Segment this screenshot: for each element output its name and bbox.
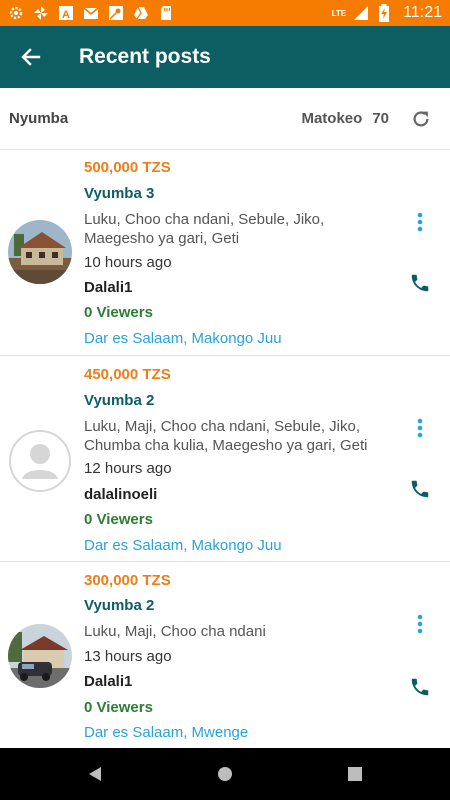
battery-charging-icon xyxy=(376,4,392,22)
post-location: Dar es Salaam, Makongo Juu xyxy=(84,330,282,347)
app-a-icon: A xyxy=(58,5,74,21)
svg-text:A: A xyxy=(62,9,70,21)
recents-square-icon xyxy=(348,767,362,781)
post-viewers: 0 Viewers xyxy=(84,699,153,716)
back-button[interactable] xyxy=(0,26,62,88)
results-count: 70 xyxy=(372,110,389,127)
home-circle-icon xyxy=(218,767,232,781)
settings-icon xyxy=(8,5,24,21)
call-button[interactable] xyxy=(407,674,433,700)
phone-icon xyxy=(411,480,429,498)
arrow-back-icon xyxy=(21,48,41,66)
system-nav-bar xyxy=(0,748,450,800)
post-price: 500,000 TZS xyxy=(84,159,171,176)
post-time: 12 hours ago xyxy=(84,460,172,477)
notification-icons: A xyxy=(8,5,174,21)
refresh-icon xyxy=(413,110,429,126)
post-card[interactable]: 300,000 TZS Vyumba 2 Luku, Maji, Choo ch… xyxy=(0,562,450,748)
posts-list[interactable]: 500,000 TZS Vyumba 3 Luku, Choo cha ndan… xyxy=(0,150,450,748)
post-viewers: 0 Viewers xyxy=(84,511,153,528)
post-features: Luku, Maji, Choo cha ndani xyxy=(84,623,266,640)
more-vert-icon xyxy=(417,418,423,438)
post-agent[interactable]: Dalali1 xyxy=(84,673,132,690)
nav-recents-button[interactable] xyxy=(340,759,370,789)
nav-back-button[interactable] xyxy=(80,759,110,789)
post-viewers: 0 Viewers xyxy=(84,304,153,321)
more-options-button[interactable] xyxy=(408,210,432,234)
post-agent[interactable]: dalalinoeli xyxy=(84,486,157,503)
post-type: Vyumba 2 xyxy=(84,392,155,409)
post-location: Dar es Salaam, Makongo Juu xyxy=(84,537,282,554)
post-price: 450,000 TZS xyxy=(84,366,171,383)
refresh-button[interactable] xyxy=(409,107,433,131)
more-vert-icon xyxy=(417,212,423,232)
post-features: Luku, Maji, Choo cha ndani, Sebule, Jiko… xyxy=(84,418,368,454)
category-label[interactable]: Nyumba xyxy=(9,110,68,127)
post-avatar-house-car xyxy=(8,624,72,688)
post-card[interactable]: 450,000 TZS Vyumba 2 Luku, Maji, Choo ch… xyxy=(0,356,450,562)
post-features: Luku, Choo cha ndani, Sebule, Jiko, Maeg… xyxy=(84,211,325,247)
post-location: Dar es Salaam, Mwenge xyxy=(84,724,249,741)
post-time: 13 hours ago xyxy=(84,648,172,665)
call-button[interactable] xyxy=(407,270,433,296)
post-avatar-placeholder xyxy=(8,429,72,493)
maps-icon xyxy=(108,5,124,21)
phone-icon xyxy=(411,274,429,292)
network-type-label: LTE xyxy=(331,8,347,18)
phone-icon xyxy=(411,678,429,696)
signal-icon xyxy=(353,5,369,21)
post-price: 300,000 TZS xyxy=(84,572,171,589)
more-options-button[interactable] xyxy=(408,416,432,440)
back-triangle-icon xyxy=(89,767,101,781)
nav-home-button[interactable] xyxy=(210,759,240,789)
more-options-button[interactable] xyxy=(408,612,432,636)
post-avatar-house xyxy=(8,220,72,284)
post-type: Vyumba 3 xyxy=(84,185,155,202)
app-bar: Recent posts xyxy=(0,26,450,88)
pinwheel-icon xyxy=(33,5,49,21)
filter-bar: Nyumba Matokeo 70 xyxy=(0,88,450,150)
results-label: Matokeo xyxy=(301,110,363,127)
post-card[interactable]: 500,000 TZS Vyumba 3 Luku, Choo cha ndan… xyxy=(0,150,450,356)
sdcard-icon xyxy=(158,5,174,21)
page-title: Recent posts xyxy=(79,45,211,68)
post-type: Vyumba 2 xyxy=(84,597,155,614)
gmail-icon xyxy=(83,5,99,21)
drive-icon xyxy=(133,5,149,21)
call-button[interactable] xyxy=(407,476,433,502)
post-agent[interactable]: Dalali1 xyxy=(84,279,132,296)
post-time: 10 hours ago xyxy=(84,254,172,271)
status-bar: A LTE 11:21 xyxy=(0,0,450,26)
more-vert-icon xyxy=(417,614,423,634)
clock: 11:21 xyxy=(403,4,442,21)
